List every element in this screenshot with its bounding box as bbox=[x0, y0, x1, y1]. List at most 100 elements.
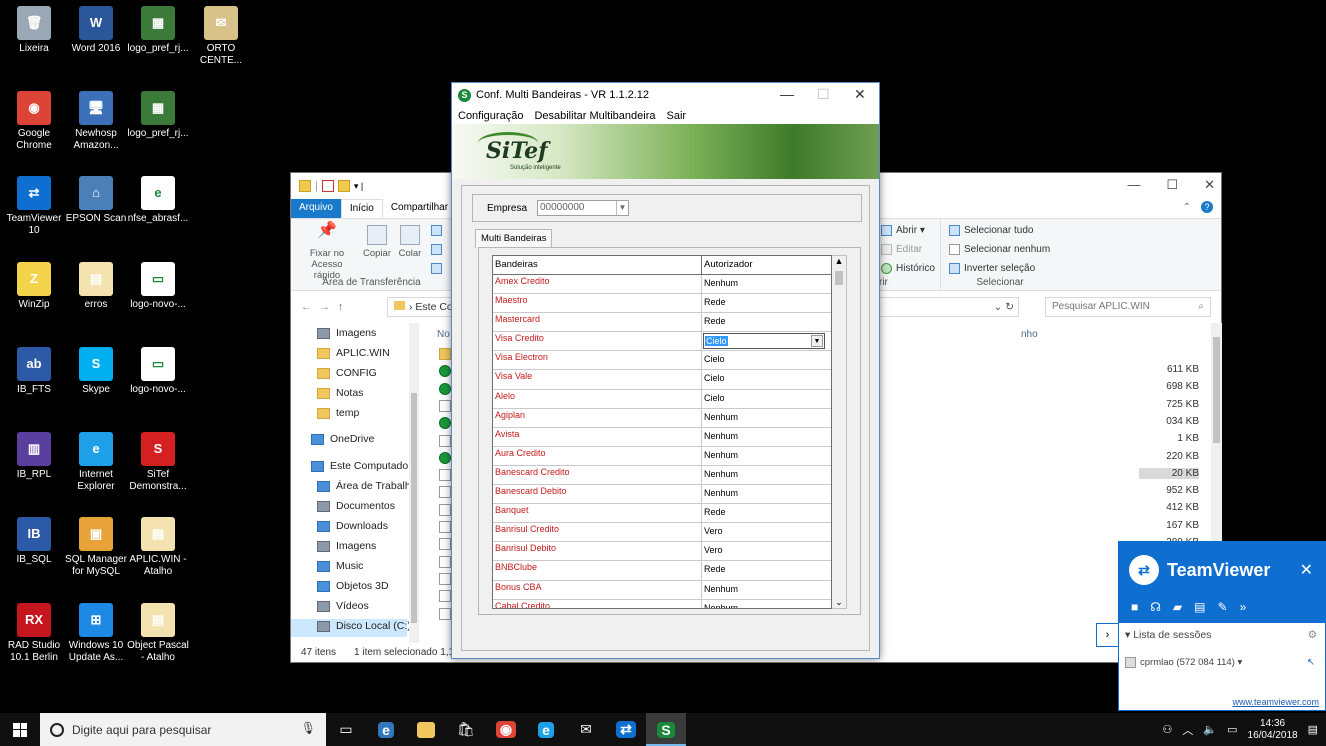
desktop-icon[interactable]: ⊞ Windows 10 Update As... bbox=[64, 603, 128, 664]
chat-icon[interactable]: ▰ bbox=[1173, 600, 1182, 614]
file-icon[interactable] bbox=[439, 451, 451, 464]
nav-item[interactable]: CONFIG bbox=[317, 367, 377, 379]
table-row[interactable]: Visa Vale Cielo bbox=[493, 370, 831, 390]
microphone-icon[interactable]: 🎙 bbox=[301, 721, 316, 735]
autorizador-cell[interactable]: Cielo bbox=[702, 351, 826, 369]
nav-scroll-thumb[interactable] bbox=[411, 393, 417, 623]
desktop-icon[interactable]: ⌂ EPSON Scan bbox=[64, 176, 128, 225]
table-row[interactable]: Banquet Rede bbox=[493, 504, 831, 524]
tab-compartilhar[interactable]: Compartilhar bbox=[383, 199, 456, 218]
minimize-button[interactable]: — bbox=[780, 86, 794, 102]
file-icon[interactable] bbox=[439, 365, 451, 378]
table-row[interactable]: Cabal Credito Nenhum bbox=[493, 599, 831, 608]
autorizador-cell[interactable]: Cielo bbox=[702, 370, 826, 388]
scroll-down-icon[interactable]: ⌄ bbox=[832, 597, 846, 608]
more-icon[interactable]: » bbox=[1240, 600, 1247, 614]
autorizador-cell[interactable]: Nenhum bbox=[702, 275, 826, 293]
notifications-icon[interactable]: ▤ bbox=[1308, 723, 1318, 736]
table-row[interactable]: Amex Credito Nenhum bbox=[493, 275, 831, 295]
nav-item[interactable]: Objetos 3D bbox=[317, 580, 389, 592]
desktop-icon[interactable]: 🗑 Lixeira bbox=[2, 6, 66, 55]
table-row[interactable]: Visa Electron Cielo bbox=[493, 351, 831, 371]
table-row[interactable]: Bonus CBA Nenhum bbox=[493, 580, 831, 600]
desktop-icon[interactable]: ▦ logo_pref_rj... bbox=[126, 6, 190, 55]
desktop-icon[interactable]: e Internet Explorer bbox=[64, 432, 128, 493]
volume-icon[interactable]: 🔈 bbox=[1203, 723, 1217, 736]
file-icon[interactable] bbox=[439, 538, 451, 551]
edit-button[interactable]: Editar bbox=[881, 244, 922, 255]
nav-item[interactable]: Music bbox=[317, 560, 363, 572]
autorizador-cell[interactable]: Nenhum bbox=[702, 447, 826, 465]
people-icon[interactable]: ⚇ bbox=[1163, 723, 1173, 736]
autorizador-cell[interactable]: Nenhum bbox=[702, 409, 826, 427]
file-icon[interactable] bbox=[439, 521, 451, 533]
taskbar-mail-button[interactable]: ✉ bbox=[566, 713, 606, 746]
network-icon[interactable]: ▭ bbox=[1227, 723, 1237, 736]
file-icon[interactable] bbox=[439, 382, 451, 395]
chevron-down-icon[interactable]: ▼ bbox=[616, 201, 628, 215]
table-row[interactable]: Agiplan Nenhum bbox=[493, 408, 831, 428]
file-icon[interactable] bbox=[439, 417, 451, 430]
search-input[interactable]: Pesquisar APLIC.WIN ⌕ bbox=[1045, 297, 1211, 317]
desktop-icon[interactable]: S Skype bbox=[64, 347, 128, 396]
close-button[interactable]: ✕ bbox=[854, 86, 866, 103]
table-row[interactable]: Mastercard Rede bbox=[493, 313, 831, 333]
desktop-icon[interactable]: ▦ logo_pref_rj... bbox=[126, 91, 190, 140]
desktop-icon[interactable]: ▤ APLIC.WIN - Atalho bbox=[126, 517, 190, 578]
empresa-select[interactable]: 00000000 ▼ bbox=[537, 200, 629, 216]
pin-button[interactable]: 📌 Fixar no Acesso rápido bbox=[297, 223, 357, 282]
autorizador-cell[interactable]: Rede bbox=[702, 504, 826, 522]
desktop-icon[interactable]: ▭ logo-novo-... bbox=[126, 262, 190, 311]
autorizador-cell[interactable]: Nenhum bbox=[702, 600, 826, 608]
desktop-icon[interactable]: Z WinZip bbox=[2, 262, 66, 311]
autorizador-select[interactable]: Cielo ▼ bbox=[703, 333, 825, 350]
up-arrow-icon[interactable]: ↑ bbox=[338, 301, 351, 313]
headset-icon[interactable]: ☊ bbox=[1150, 600, 1161, 614]
desktop-icon[interactable]: ▭ logo-novo-... bbox=[126, 347, 190, 396]
new-folder-icon[interactable] bbox=[337, 180, 350, 192]
file-transfer-icon[interactable]: ▤ bbox=[1194, 600, 1205, 614]
table-row[interactable]: Avista Nenhum bbox=[493, 427, 831, 447]
desktop-icon[interactable]: IB IB_SQL bbox=[2, 517, 66, 566]
taskbar-search-input[interactable]: Digite aqui para pesquisar 🎙 bbox=[40, 713, 326, 746]
desktop-icon[interactable]: ⇄ TeamViewer 10 bbox=[2, 176, 66, 237]
table-row[interactable]: Banrisul Debito Vero bbox=[493, 542, 831, 562]
nav-item[interactable]: Vídeos bbox=[317, 600, 369, 612]
nav-item[interactable]: Imagens bbox=[317, 540, 376, 552]
copy-path-button[interactable] bbox=[431, 244, 442, 255]
file-icon[interactable] bbox=[439, 590, 451, 603]
nav-item[interactable]: Documentos bbox=[317, 500, 395, 512]
desktop-icon[interactable]: ▥ IB_RPL bbox=[2, 432, 66, 481]
close-button[interactable]: ✕ bbox=[1204, 177, 1215, 193]
autorizador-cell[interactable]: Nenhum bbox=[702, 485, 826, 503]
cut-button[interactable] bbox=[431, 225, 442, 236]
nav-item[interactable]: Imagens bbox=[317, 327, 376, 339]
help-icon[interactable]: ? bbox=[1201, 199, 1221, 218]
taskbar-store-button[interactable]: 🛍 bbox=[446, 713, 486, 746]
settings-gear-icon[interactable]: ⚙ bbox=[1308, 629, 1317, 641]
invert-selection-button[interactable]: Inverter seleção bbox=[949, 263, 1035, 274]
table-row[interactable]: BNBClube Rede bbox=[493, 561, 831, 581]
table-row[interactable]: Banescard Credito Nenhum bbox=[493, 465, 831, 486]
taskbar-explorer-button[interactable] bbox=[406, 713, 446, 746]
taskbar-sitef-button[interactable]: S bbox=[646, 713, 686, 746]
file-icon[interactable] bbox=[439, 503, 451, 516]
desktop-icon[interactable]: ✉ ORTO CENTE... bbox=[189, 6, 253, 67]
file-icon[interactable] bbox=[439, 469, 451, 482]
teamviewer-expand-button[interactable]: › bbox=[1096, 623, 1118, 647]
taskbar-task-view-button[interactable]: ▭ bbox=[326, 713, 366, 746]
desktop-icon[interactable]: e nfse_abrasf... bbox=[126, 176, 190, 225]
desktop-icon[interactable]: ▤ Object Pascal - Atalho bbox=[126, 603, 190, 664]
forward-arrow-icon[interactable]: → bbox=[320, 301, 339, 313]
file-icon[interactable] bbox=[439, 399, 451, 412]
taskbar-chrome-button[interactable]: ◉ bbox=[486, 713, 526, 746]
autorizador-cell[interactable]: Rede bbox=[702, 313, 826, 331]
copy-button[interactable]: Copiar bbox=[359, 225, 395, 259]
nav-item[interactable]: Downloads bbox=[317, 520, 388, 532]
desktop-icon[interactable]: ▤ erros bbox=[64, 262, 128, 311]
desktop-icon[interactable]: W Word 2016 bbox=[64, 6, 128, 55]
desktop-icon[interactable]: ▣ SQL Manager for MySQL bbox=[64, 517, 128, 578]
nav-item[interactable]: OneDrive bbox=[311, 433, 374, 445]
paste-shortcut-button[interactable] bbox=[431, 263, 442, 274]
nav-item[interactable]: temp bbox=[317, 407, 359, 419]
